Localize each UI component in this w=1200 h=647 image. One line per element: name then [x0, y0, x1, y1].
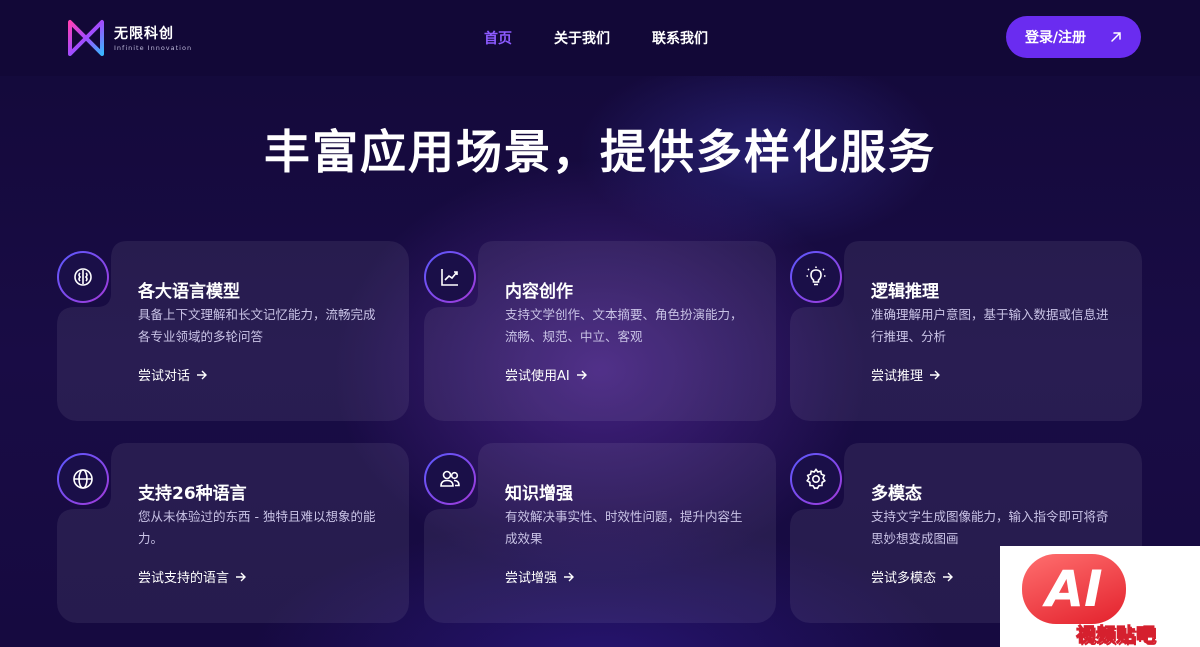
lightbulb-icon	[806, 266, 826, 286]
card-icon-badge	[424, 453, 476, 505]
try-multimodal-link[interactable]: 尝试多模态	[871, 567, 954, 586]
brand-subtitle: Infinite Innovation	[114, 44, 193, 52]
main-nav: 首页 关于我们 联系我们	[484, 28, 708, 48]
card-title: 各大语言模型	[138, 282, 240, 302]
nav-item-about[interactable]: 关于我们	[554, 28, 610, 48]
login-register-button[interactable]: 登录/注册	[1006, 16, 1141, 58]
try-chat-link[interactable]: 尝试对话	[138, 365, 208, 384]
brand-name: 无限科创	[114, 26, 174, 42]
card-title: 内容创作	[505, 282, 573, 302]
chart-trend-icon	[441, 269, 458, 286]
try-ai-link[interactable]: 尝试使用AI	[505, 365, 588, 384]
arrow-right-icon	[576, 370, 587, 379]
arrow-right-icon	[197, 370, 208, 379]
globe-icon	[73, 469, 93, 489]
card-description: 有效解决事实性、时效性问题，提升内容生成效果	[505, 509, 743, 546]
card-description: 具备上下文理解和长文记忆能力，流畅完成各专业领域的多轮问答	[138, 307, 376, 344]
feature-card-logical-reasoning: 逻辑推理 准确理解用户意图，基于输入数据或信息进行推理、分析 尝试推理	[790, 241, 1142, 421]
arrow-right-icon	[930, 370, 941, 379]
arrow-right-icon	[564, 572, 575, 581]
feature-card-languages: 支持26种语言 您从未体验过的东西 - 独特且难以想象的能力。 尝试支持的语言	[57, 443, 409, 623]
card-icon-badge	[424, 251, 476, 303]
gear-icon	[806, 468, 826, 490]
card-icon-badge	[790, 251, 842, 303]
card-description: 支持文字生成图像能力，输入指令即可将奇思妙想变成图画	[871, 509, 1109, 546]
card-link-label: 尝试支持的语言	[138, 571, 230, 586]
arrow-up-right-icon	[1111, 32, 1121, 42]
watermark-overlay: AI 视频贴吧	[1000, 546, 1200, 647]
card-link-label: 尝试增强	[505, 571, 558, 586]
card-icon-badge	[57, 251, 109, 303]
infinity-logo-icon	[68, 20, 104, 56]
card-link-label: 尝试使用AI	[505, 369, 570, 384]
arrow-right-icon	[943, 572, 954, 581]
users-icon	[440, 470, 460, 487]
card-title: 逻辑推理	[871, 282, 939, 302]
watermark-badge: AI	[1022, 554, 1126, 624]
watermark-text: 视频贴吧	[1075, 624, 1157, 647]
card-link-label: 尝试推理	[871, 369, 924, 384]
try-enhance-link[interactable]: 尝试增强	[505, 567, 575, 586]
card-icon-badge	[57, 453, 109, 505]
try-reasoning-link[interactable]: 尝试推理	[871, 365, 941, 384]
try-languages-link[interactable]: 尝试支持的语言	[138, 567, 247, 586]
card-link-label: 尝试多模态	[871, 571, 937, 586]
card-icon-badge	[790, 453, 842, 505]
nav-item-contact[interactable]: 联系我们	[652, 28, 708, 48]
card-link-label: 尝试对话	[138, 369, 191, 384]
top-header: 无限科创 Infinite Innovation 首页 关于我们 联系我们 登录…	[0, 0, 1200, 76]
feature-card-language-models: 各大语言模型 具备上下文理解和长文记忆能力，流畅完成各专业领域的多轮问答 尝试对…	[57, 241, 409, 421]
card-description: 支持文学创作、文本摘要、角色扮演能力，流畅、规范、中立、客观	[505, 307, 743, 344]
login-register-label: 登录/注册	[1024, 30, 1087, 46]
card-title: 支持26种语言	[138, 484, 247, 504]
hero-title: 丰富应用场景，提供多样化服务	[264, 125, 936, 179]
arrow-right-icon	[236, 572, 247, 581]
card-title: 知识增强	[505, 484, 573, 504]
feature-card-content-creation: 内容创作 支持文学创作、文本摘要、角色扮演能力，流畅、规范、中立、客观 尝试使用…	[424, 241, 776, 421]
nav-item-home[interactable]: 首页	[484, 28, 512, 48]
card-description: 您从未体验过的东西 - 独特且难以想象的能力。	[138, 509, 376, 546]
brain-icon	[74, 268, 92, 286]
card-title: 多模态	[871, 484, 922, 504]
feature-card-knowledge-enhancement: 知识增强 有效解决事实性、时效性问题，提升内容生成效果 尝试增强	[424, 443, 776, 623]
card-description: 准确理解用户意图，基于输入数据或信息进行推理、分析	[871, 307, 1109, 344]
brand-logo[interactable]: 无限科创 Infinite Innovation	[64, 16, 204, 60]
